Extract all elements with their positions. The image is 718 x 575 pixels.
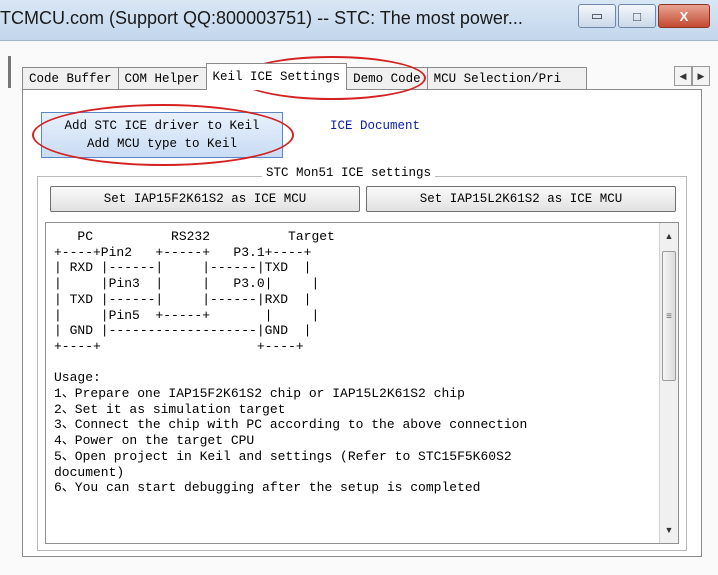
group-title: STC Mon51 ICE settings xyxy=(262,166,436,180)
tab-scroll-right-button[interactable]: ▶ xyxy=(692,66,710,86)
grip-icon: ≡ xyxy=(666,310,672,322)
driver-button-line2: Add MCU type to Keil xyxy=(86,137,238,151)
left-edge-marker xyxy=(8,56,11,88)
set-iap15l2k61s2-button[interactable]: Set IAP15L2K61S2 as ICE MCU xyxy=(366,186,676,212)
maximize-icon: □ xyxy=(633,8,641,24)
window-controls: ▭ □ X xyxy=(576,4,710,28)
set-iap15f2k61s2-button[interactable]: Set IAP15F2K61S2 as ICE MCU xyxy=(50,186,360,212)
tab-bar: Code Buffer COM Helper Keil ICE Settings… xyxy=(22,63,587,90)
tab-scroll-buttons: ◀ ▶ xyxy=(674,66,710,86)
arrow-down-icon: ▼ xyxy=(664,525,674,535)
tab-scroll-left-button[interactable]: ◀ xyxy=(674,66,692,86)
tab-code-buffer[interactable]: Code Buffer xyxy=(22,67,119,90)
button-label: Set IAP15F2K61S2 as ICE MCU xyxy=(103,192,307,206)
minimize-button[interactable]: ▭ xyxy=(578,4,616,28)
ice-instructions-textarea[interactable]: PC RS232 Target +----+Pin2 +-----+ P3.1+… xyxy=(45,222,679,544)
close-icon: X xyxy=(679,8,689,24)
tab-label: COM Helper xyxy=(124,72,200,86)
driver-button-line1: Add STC ICE driver to Keil xyxy=(64,119,260,133)
add-ice-driver-button[interactable]: Add STC ICE driver to Keil Add MCU type … xyxy=(41,112,283,158)
close-button[interactable]: X xyxy=(658,4,710,28)
window-title: TCMCU.com (Support QQ:800003751) -- STC:… xyxy=(0,8,523,28)
tab-label: Keil ICE Settings xyxy=(212,70,341,84)
tab-com-helper[interactable]: COM Helper xyxy=(117,67,207,90)
ice-document-link[interactable]: ICE Document xyxy=(330,119,420,133)
minimize-icon: ▭ xyxy=(590,8,604,23)
window-title-bar[interactable]: TCMCU.com (Support QQ:800003751) -- STC:… xyxy=(0,0,718,41)
arrow-left-icon: ◀ xyxy=(679,70,687,81)
textarea-scrollbar[interactable]: ▲ ≡ ▼ xyxy=(659,223,678,543)
arrow-right-icon: ▶ xyxy=(697,70,705,81)
scroll-thumb[interactable]: ≡ xyxy=(662,251,676,381)
tab-label: Demo Code xyxy=(353,72,421,86)
tab-demo-code[interactable]: Demo Code xyxy=(346,67,428,90)
tab-label: MCU Selection/Pri xyxy=(433,72,562,86)
maximize-button[interactable]: □ xyxy=(618,4,656,28)
scroll-down-button[interactable]: ▼ xyxy=(660,521,678,539)
tab-mcu-selection[interactable]: MCU Selection/Pri xyxy=(426,67,587,90)
button-label: Set IAP15L2K61S2 as ICE MCU xyxy=(419,192,623,206)
arrow-up-icon: ▲ xyxy=(664,231,674,241)
instructions-text: PC RS232 Target +----+Pin2 +-----+ P3.1+… xyxy=(54,229,528,496)
tab-label: Code Buffer xyxy=(29,72,112,86)
scroll-up-button[interactable]: ▲ xyxy=(660,227,678,245)
tab-keil-ice-settings[interactable]: Keil ICE Settings xyxy=(205,63,348,90)
